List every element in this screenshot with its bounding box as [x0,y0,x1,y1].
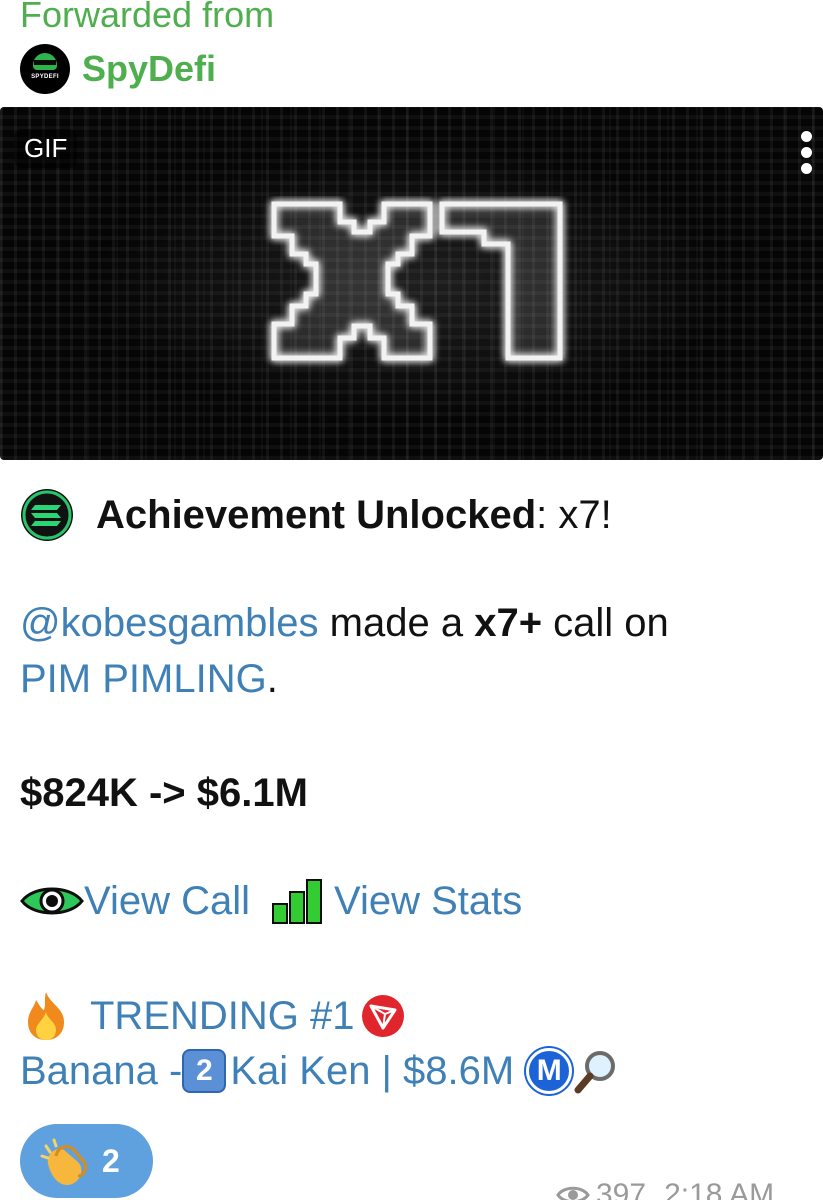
gif-badge: GIF [14,129,78,168]
channel-name[interactable]: SpyDefi [82,48,216,90]
magnifier-icon [574,1051,616,1094]
eye-icon [20,887,84,915]
clapping-hands-icon [40,1138,88,1186]
views-eye-icon [556,1186,590,1200]
x7-graphic [271,201,563,361]
fire-icon [28,992,64,1040]
achievement-value: : x7! [536,492,612,537]
made-a-text: made a [318,601,475,645]
message-time: 2:18 AM [664,1178,775,1200]
view-call-link[interactable]: View Call [84,879,250,924]
mcap-change: $824K -> $6.1M [20,771,308,815]
token-link[interactable]: PIM PIMLING [20,657,267,701]
view-stats-link[interactable]: View Stats [334,879,522,924]
multiplier-text: x7+ [474,601,543,645]
call-line: @kobesgambles made a x7+ call on [20,601,669,646]
views-count: 397 [596,1178,647,1200]
solana-icon [21,489,73,541]
forwarded-from-label: Forwarded from [20,0,275,35]
achievement-label: Achievement Unlocked [96,492,537,537]
trending-item-banana[interactable]: Banana - [20,1049,182,1094]
keycap-two-icon: 2 [182,1049,227,1093]
reaction-chip[interactable]: 2 [20,1124,153,1198]
achievement-line: Achievement Unlocked: x7! [20,488,612,542]
more-vertical-icon[interactable] [801,131,813,174]
m-badge-icon: M [526,1048,573,1094]
bar-chart-icon [272,879,322,924]
trending-row: TRENDING #1 [20,990,405,1042]
trending-item-kai-ken[interactable]: Kai Ken | $8.6M [230,1049,514,1094]
reaction-count: 2 [102,1142,120,1179]
links-row: View Call View Stats [20,878,522,924]
user-mention-link[interactable]: @kobesgambles [20,601,319,645]
channel-avatar[interactable]: SPYDEFI [20,44,70,94]
call-on-text: call on [542,601,669,645]
forward-source[interactable]: SPYDEFI SpyDefi [20,44,216,94]
tron-icon [361,995,404,1037]
message-meta: 397 2:18 AM [556,1178,774,1200]
mask-band [34,60,56,65]
period-text: . [266,657,278,701]
token-line: PIM PIMLING. [20,657,278,702]
trending-link[interactable]: TRENDING #1 [90,994,355,1039]
avatar-brand-text: SPYDEFI [31,74,59,80]
trending-list-row: Banana - 2 Kai Ken | $8.6M M [20,1048,620,1094]
